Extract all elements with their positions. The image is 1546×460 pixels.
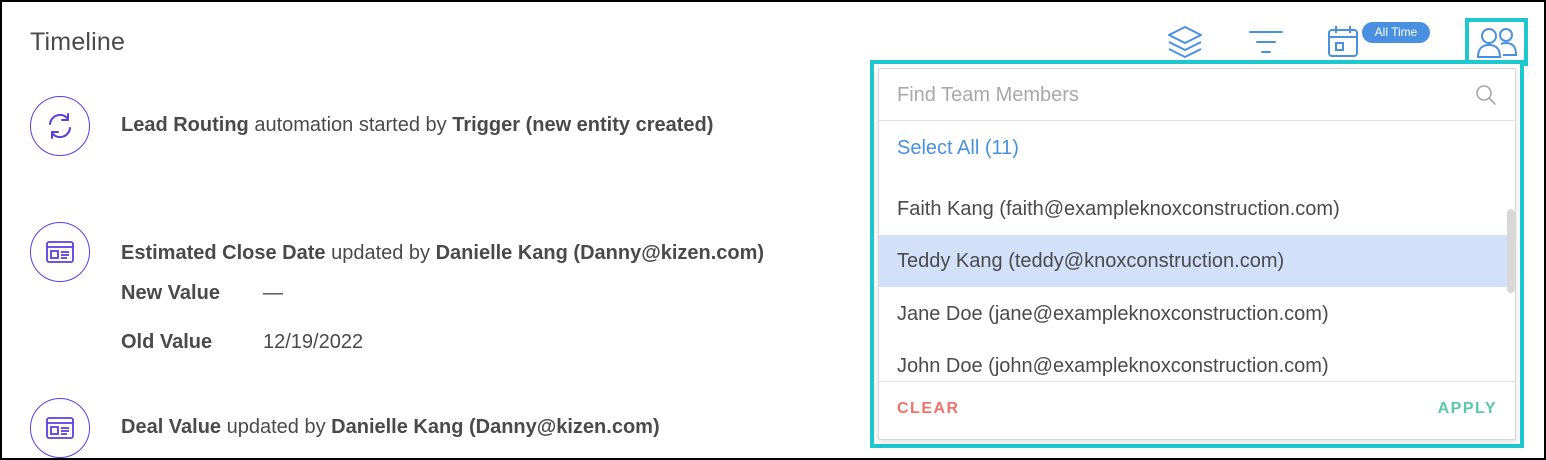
calendar-icon[interactable] xyxy=(1327,24,1359,58)
clear-button[interactable]: CLEAR xyxy=(897,400,960,418)
event-icon-circle xyxy=(30,398,90,458)
select-all-link[interactable]: Select All (11) xyxy=(897,137,1019,160)
event-subject: Lead Routing xyxy=(121,114,249,136)
search-icon xyxy=(1475,84,1497,111)
timeline-event: Estimated Close Date updated by Danielle… xyxy=(0,222,860,362)
old-value-row: Old Value 12/19/2022 xyxy=(121,331,363,354)
layers-icon[interactable] xyxy=(1166,24,1204,60)
find-team-members-input[interactable] xyxy=(897,81,1457,109)
new-value: — xyxy=(263,282,283,304)
list-item[interactable]: Teddy Kang (teddy@knoxconstruction.com) xyxy=(879,235,1509,287)
event-action: updated by xyxy=(221,416,332,438)
page-title: Timeline xyxy=(30,28,126,56)
filter-icon[interactable] xyxy=(1248,28,1284,56)
sync-icon xyxy=(49,113,71,139)
list-item[interactable]: Jane Doe (jane@exampleknoxconstruction.c… xyxy=(879,288,1509,340)
event-subject: Estimated Close Date xyxy=(121,242,326,264)
apply-button[interactable]: APPLY xyxy=(1438,400,1497,418)
event-actor: Trigger (new entity created) xyxy=(452,114,714,136)
event-action: automation started by xyxy=(248,114,453,136)
scrollbar-thumb[interactable] xyxy=(1507,209,1515,293)
old-value: 12/19/2022 xyxy=(263,331,364,353)
event-icon-circle xyxy=(30,222,90,282)
team-members-dropdown: Select All (11) Faith Kang (faith@exampl… xyxy=(870,60,1524,448)
event-actor: Danielle Kang (Danny@kizen.com) xyxy=(331,416,660,438)
event-description: Lead Routing automation started by Trigg… xyxy=(121,114,713,137)
id-card-icon xyxy=(46,417,74,439)
old-value-label: Old Value xyxy=(121,331,213,353)
timeline-event: Lead Routing automation started by Trigg… xyxy=(0,96,860,156)
new-value-row: New Value — xyxy=(121,282,283,305)
event-description: Deal Value updated by Danielle Kang (Dan… xyxy=(121,416,660,439)
search-bar xyxy=(879,69,1515,121)
event-action: updated by xyxy=(325,242,436,264)
list-item[interactable]: Faith Kang (faith@exampleknoxconstructio… xyxy=(879,183,1509,235)
event-icon-circle xyxy=(30,96,90,156)
event-actor: Danielle Kang (Danny@kizen.com) xyxy=(435,242,765,264)
new-value-label: New Value xyxy=(121,282,220,304)
event-description: Estimated Close Date updated by Danielle… xyxy=(121,242,764,265)
dropdown-panel: Select All (11) Faith Kang (faith@exampl… xyxy=(878,68,1516,440)
date-range-badge[interactable]: All Time xyxy=(1362,22,1430,43)
timeline-event: Deal Value updated by Danielle Kang (Dan… xyxy=(0,398,860,458)
event-subject: Deal Value xyxy=(121,416,222,438)
dropdown-footer: CLEAR APPLY xyxy=(879,381,1515,439)
team-members-icon xyxy=(1476,26,1518,60)
id-card-icon xyxy=(46,241,74,263)
team-filter-button[interactable] xyxy=(1465,18,1528,66)
